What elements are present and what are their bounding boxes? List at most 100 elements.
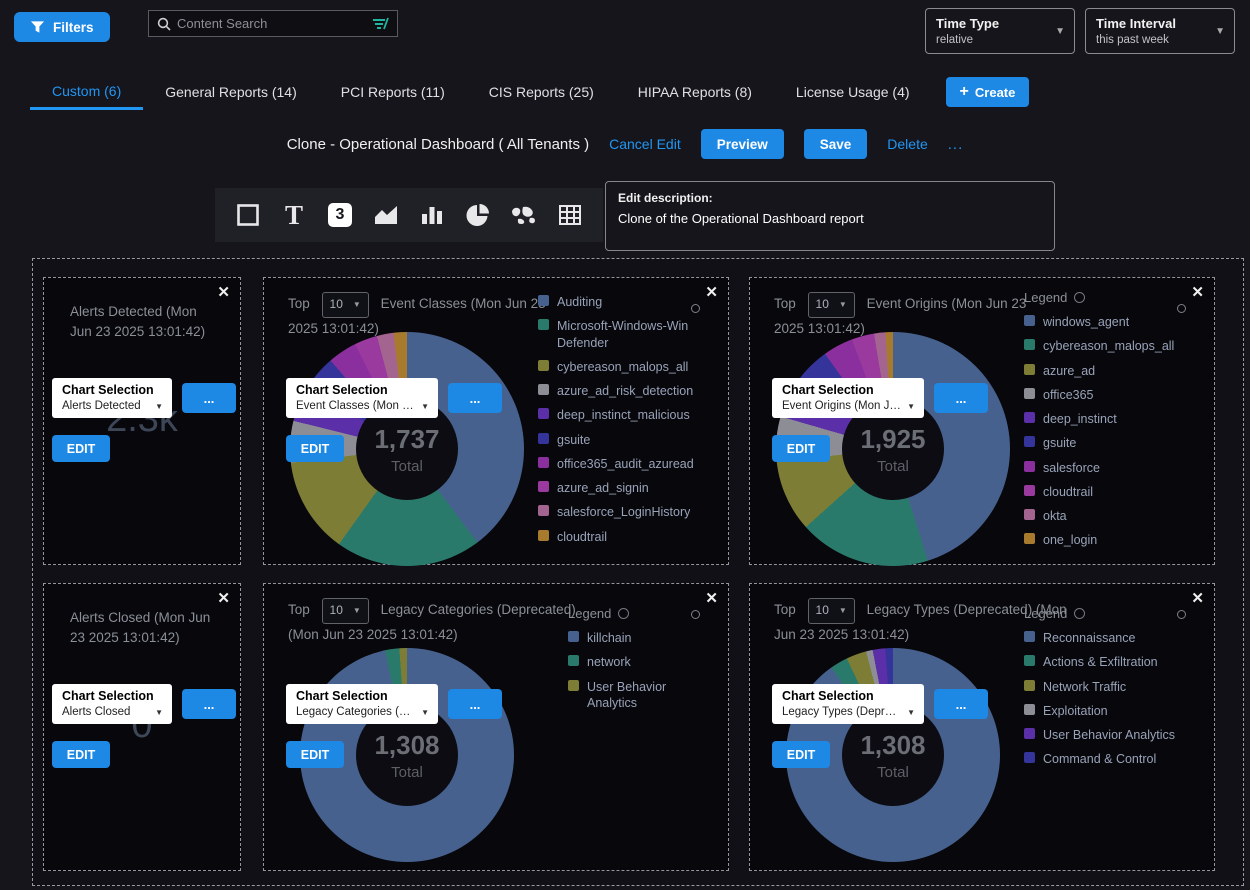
number-widget-icon[interactable]: 3 [317,188,363,242]
more-options-link[interactable]: ... [948,136,964,153]
widget-more-button[interactable]: ... [448,689,502,719]
widget-edit-button[interactable]: EDIT [286,435,344,462]
chart-selection-dropdown[interactable]: Chart Selection Legacy Categories (De...… [286,684,438,724]
legend-item[interactable]: azure_ad [1024,363,1202,379]
chart-selection-dropdown[interactable]: Chart Selection Legacy Types (Depreca...… [772,684,924,724]
legend-item[interactable]: killchain [568,630,710,646]
tab-license-usage[interactable]: License Usage (4) [774,74,932,110]
top-count-select[interactable]: 10▼ [808,292,855,318]
legend-header[interactable]: Legend [1024,290,1202,305]
handle-circle-icon[interactable] [691,304,700,313]
top-count-select[interactable]: 10▼ [322,598,369,624]
legend-item[interactable]: office365 [1024,387,1202,403]
tab-general-reports[interactable]: General Reports (14) [143,74,319,110]
table-icon[interactable] [547,188,593,242]
tab-custom[interactable]: Custom (6) [30,74,143,110]
legend-item[interactable]: office365_audit_azuread [538,456,716,472]
legend-item[interactable]: User Behavior Analytics [568,679,710,712]
legend-item[interactable]: deep_instinct_malicious [538,407,716,423]
legend-item[interactable]: salesforce_LoginHistory [538,504,716,520]
search-input[interactable] [177,16,365,31]
chart-selection-dropdown[interactable]: Chart Selection Event Origins (Mon Jun..… [772,378,924,418]
widget-more-button[interactable]: ... [448,383,502,413]
legend-item[interactable]: Network Traffic [1024,679,1202,695]
legend-label: gsuite [557,432,590,448]
content-search[interactable] [148,10,398,37]
widget-edit-button[interactable]: EDIT [286,741,344,768]
legend-item[interactable]: network [568,654,710,670]
text-icon[interactable]: T [271,188,317,242]
legend-label: network [587,654,631,670]
advanced-filter-icon[interactable] [371,17,389,31]
legend-item[interactable]: cybereason_malops_all [538,359,716,375]
close-icon[interactable]: ✕ [217,589,230,607]
legend-item[interactable]: User Behavior Analytics [1024,727,1202,743]
chart-selection-dropdown[interactable]: Chart Selection Event Classes (Mon Ju...… [286,378,438,418]
container-icon[interactable] [225,188,271,242]
legend-item[interactable]: windows_agent [1024,314,1202,330]
filters-button[interactable]: Filters [14,12,110,42]
tab-hipaa-reports[interactable]: HIPAA Reports (8) [616,74,774,110]
widget-more-button[interactable]: ... [934,689,988,719]
close-icon[interactable]: ✕ [1191,589,1204,607]
legend-item[interactable]: gsuite [538,432,716,448]
legend-item[interactable]: Exploitation [1024,703,1202,719]
legend-item[interactable]: cloudtrail [1024,484,1202,500]
legend-item[interactable]: deep_instinct [1024,411,1202,427]
save-button[interactable]: Save [804,129,868,159]
edit-description-box[interactable]: Edit description: Clone of the Operation… [605,181,1055,251]
legend-item[interactable]: Actions & Exfiltration [1024,654,1202,670]
tab-pci-reports[interactable]: PCI Reports (11) [319,74,467,110]
legend-header[interactable]: Legend [568,606,710,621]
widget-edit-button[interactable]: EDIT [52,435,110,462]
legend-header[interactable]: Legend [1024,606,1202,621]
close-icon[interactable]: ✕ [217,283,230,301]
legend-item[interactable]: one_login [1024,532,1202,548]
widget-more-button[interactable]: ... [934,383,988,413]
legend-toggle-icon[interactable] [618,608,629,619]
map-icon[interactable] [501,188,547,242]
create-button[interactable]: + Create [946,77,1030,107]
widget-more-button[interactable]: ... [182,689,236,719]
tab-cis-reports[interactable]: CIS Reports (25) [467,74,616,110]
legend-item[interactable]: Command & Control [1024,751,1202,767]
chart-selection-dropdown[interactable]: Chart Selection Alerts Closed▼ [52,684,172,724]
cancel-edit-link[interactable]: Cancel Edit [609,136,681,152]
widget-more-button[interactable]: ... [182,383,236,413]
legend-item[interactable]: Microsoft-Windows-Win Defender [538,318,716,351]
legend-item[interactable]: salesforce [1024,460,1202,476]
top-count-select[interactable]: 10▼ [322,292,369,318]
bar-chart-icon[interactable] [409,188,455,242]
legend-item[interactable]: gsuite [1024,435,1202,451]
widget-edit-button[interactable]: EDIT [52,741,110,768]
legend-item[interactable]: cybereason_malops_all [1024,338,1202,354]
close-icon[interactable]: ✕ [705,589,718,607]
legend-item[interactable]: Auditing [538,294,716,310]
legend-swatch [1024,388,1035,399]
chart-legend: Legend Reconnaissance Actions & Exfiltra… [1024,606,1202,776]
legend-toggle-icon[interactable] [1074,292,1085,303]
legend-toggle-icon[interactable] [1074,608,1085,619]
total-label: Total [391,764,423,781]
preview-button[interactable]: Preview [701,129,784,159]
widget-edit-button[interactable]: EDIT [772,741,830,768]
top-count-select[interactable]: 10▼ [808,598,855,624]
legend-item[interactable]: Reconnaissance [1024,630,1202,646]
time-interval-select[interactable]: Time Interval this past week ▼ [1085,8,1235,54]
close-icon[interactable]: ✕ [1191,283,1204,301]
legend-item[interactable]: okta [1024,508,1202,524]
legend-item[interactable]: azure_ad_risk_detection [538,383,716,399]
edit-description-value[interactable]: Clone of the Operational Dashboard repor… [618,211,1042,226]
handle-circle-icon[interactable] [691,610,700,619]
pie-chart-icon[interactable] [455,188,501,242]
widget-edit-button[interactable]: EDIT [772,435,830,462]
handle-circle-icon[interactable] [1177,304,1186,313]
legend-item[interactable]: azure_ad_signin [538,480,716,496]
legend-item[interactable]: cloudtrail [538,529,716,545]
delete-link[interactable]: Delete [887,136,927,152]
close-icon[interactable]: ✕ [705,283,718,301]
area-chart-icon[interactable] [363,188,409,242]
time-type-select[interactable]: Time Type relative ▼ [925,8,1075,54]
chart-selection-dropdown[interactable]: Chart Selection Alerts Detected▼ [52,378,172,418]
handle-circle-icon[interactable] [1177,610,1186,619]
